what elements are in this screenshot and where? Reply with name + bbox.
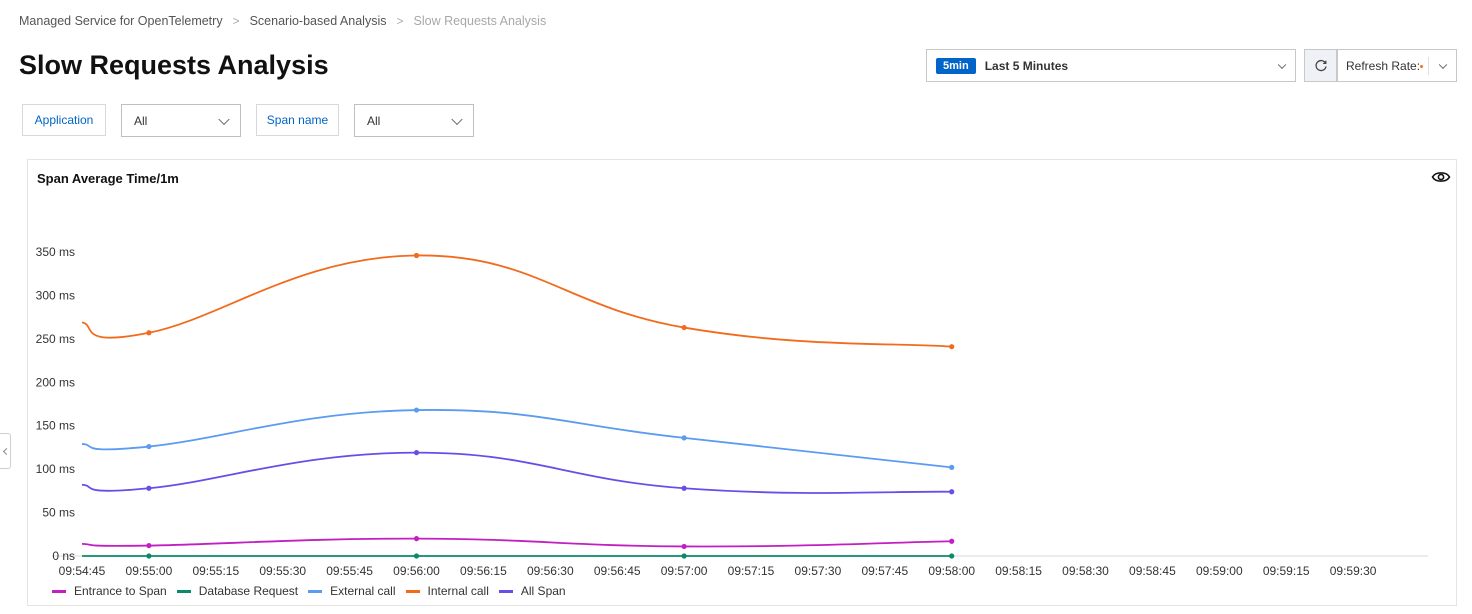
- data-point: [949, 538, 955, 544]
- x-tick-label: 09:54:45: [59, 564, 106, 578]
- chevron-down-icon: [1438, 60, 1448, 69]
- application-select[interactable]: All: [121, 104, 241, 137]
- chevron-down-icon: [451, 113, 463, 125]
- data-point: [413, 252, 420, 259]
- span-name-filter-label[interactable]: Span name: [256, 104, 339, 136]
- x-tick-label: 09:55:45: [326, 564, 373, 578]
- legend-label: Entrance to Span: [74, 584, 167, 598]
- legend-label: Internal call: [427, 584, 489, 598]
- refresh-rate-select[interactable]: Refresh Rate:: [1337, 49, 1457, 82]
- data-point: [949, 344, 955, 350]
- time-range-badge: 5min: [936, 57, 976, 74]
- y-tick-label: 150 ms: [36, 419, 75, 433]
- status-dot-icon: [1420, 65, 1423, 68]
- x-tick-label: 09:58:30: [1062, 564, 1109, 578]
- data-point: [681, 485, 687, 491]
- data-point: [146, 485, 152, 491]
- x-tick-label: 09:56:45: [594, 564, 641, 578]
- legend-label: Database Request: [198, 584, 299, 598]
- y-tick-label: 0 ns: [52, 549, 75, 563]
- legend-swatch: [176, 589, 191, 593]
- x-tick-label: 09:58:45: [1129, 564, 1176, 578]
- application-filter-label[interactable]: Application: [22, 104, 106, 136]
- x-tick-label: 09:59:30: [1330, 564, 1377, 578]
- application-select-value: All: [134, 113, 148, 128]
- y-tick-label: 350 ms: [36, 245, 75, 259]
- refresh-rate-label: Refresh Rate:: [1346, 58, 1421, 73]
- series-line: [81, 254, 952, 348]
- y-tick-label: 100 ms: [36, 462, 75, 476]
- series-line: [81, 451, 952, 494]
- chart-panel: Span Average Time/1m 0 ns 50 ms 100 ms 150 …: [27, 159, 1457, 606]
- y-tick-label: 300 ms: [36, 288, 75, 302]
- time-range-label: Last 5 Minutes: [984, 58, 1069, 73]
- x-tick-label: 09:55:30: [259, 564, 306, 578]
- legend-item[interactable]: Entrance to Span: [52, 584, 167, 598]
- x-tick-label: 09:59:15: [1263, 564, 1310, 578]
- data-point: [681, 324, 687, 331]
- data-point: [949, 489, 955, 495]
- span-name-select-value: All: [367, 113, 381, 128]
- x-tick-label: 09:58:15: [995, 564, 1042, 578]
- data-point: [413, 536, 420, 542]
- legend-label: External call: [330, 584, 396, 598]
- x-tick-label: 09:55:00: [126, 564, 173, 578]
- time-range-picker[interactable]: 5min Last 5 Minutes: [926, 49, 1296, 82]
- data-point: [413, 450, 420, 456]
- span-name-select[interactable]: All: [354, 104, 474, 137]
- x-tick-label: 09:57:45: [861, 564, 908, 578]
- series-line: [81, 409, 952, 469]
- refresh-button[interactable]: [1304, 49, 1337, 82]
- x-tick-label: 09:59:00: [1196, 564, 1243, 578]
- x-tick-label: 09:55:15: [192, 564, 239, 578]
- legend-swatch: [405, 589, 420, 593]
- x-tick-label: 09:56:30: [527, 564, 574, 578]
- breadcrumb-separator-icon: >: [396, 14, 404, 28]
- data-point: [681, 553, 687, 559]
- y-tick-label: 50 ms: [42, 506, 75, 520]
- x-tick-label: 09:57:30: [795, 564, 842, 578]
- x-tick-label: 09:56:00: [393, 564, 440, 578]
- chevron-down-icon: [218, 113, 230, 125]
- page-title: Slow Requests Analysis: [19, 50, 329, 80]
- data-point: [413, 407, 420, 413]
- data-point: [681, 543, 687, 550]
- line-chart: 0 ns 50 ms 100 ms 150 ms 200 ms 250 ms 300 ms 3…: [36, 245, 1428, 578]
- data-point: [681, 435, 687, 441]
- breadcrumb-item-otel[interactable]: Managed Service for OpenTelemetry: [19, 14, 223, 28]
- legend-item[interactable]: Database Request: [176, 584, 299, 598]
- legend-swatch: [52, 589, 66, 593]
- breadcrumb-separator-icon: >: [232, 14, 240, 28]
- series-line: [81, 537, 952, 548]
- sidebar-collapse-button[interactable]: [0, 433, 11, 469]
- x-tick-label: 09:57:00: [661, 564, 708, 578]
- x-tick-label: 09:58:00: [928, 564, 975, 578]
- legend-swatch: [498, 589, 513, 593]
- breadcrumb-item-current: Slow Requests Analysis: [413, 14, 547, 28]
- y-tick-label: 200 ms: [36, 375, 75, 389]
- chart-legend: Entrance to Span Database Request External…: [52, 584, 576, 598]
- legend-swatch: [308, 589, 323, 593]
- data-point: [146, 553, 152, 559]
- chevron-down-icon: [1277, 60, 1287, 69]
- data-point: [413, 553, 420, 559]
- data-point: [949, 553, 955, 559]
- data-point: [146, 330, 152, 336]
- legend-item[interactable]: All Span: [498, 584, 566, 598]
- data-point: [146, 443, 152, 450]
- divider: [1428, 57, 1429, 75]
- chevron-left-icon: [2, 447, 11, 455]
- refresh-icon: [1314, 59, 1327, 71]
- x-tick-label: 09:56:15: [460, 564, 507, 578]
- y-tick-label: 250 ms: [36, 332, 75, 346]
- breadcrumb-item-scenario[interactable]: Scenario-based Analysis: [250, 14, 387, 28]
- legend-item[interactable]: Internal call: [405, 584, 489, 598]
- legend-item[interactable]: External call: [308, 584, 396, 598]
- breadcrumb: Managed Service for OpenTelemetry > Scen…: [19, 14, 546, 28]
- legend-label: All Span: [520, 584, 566, 598]
- data-point: [949, 464, 955, 471]
- x-tick-label: 09:57:15: [728, 564, 775, 578]
- data-point: [146, 542, 152, 549]
